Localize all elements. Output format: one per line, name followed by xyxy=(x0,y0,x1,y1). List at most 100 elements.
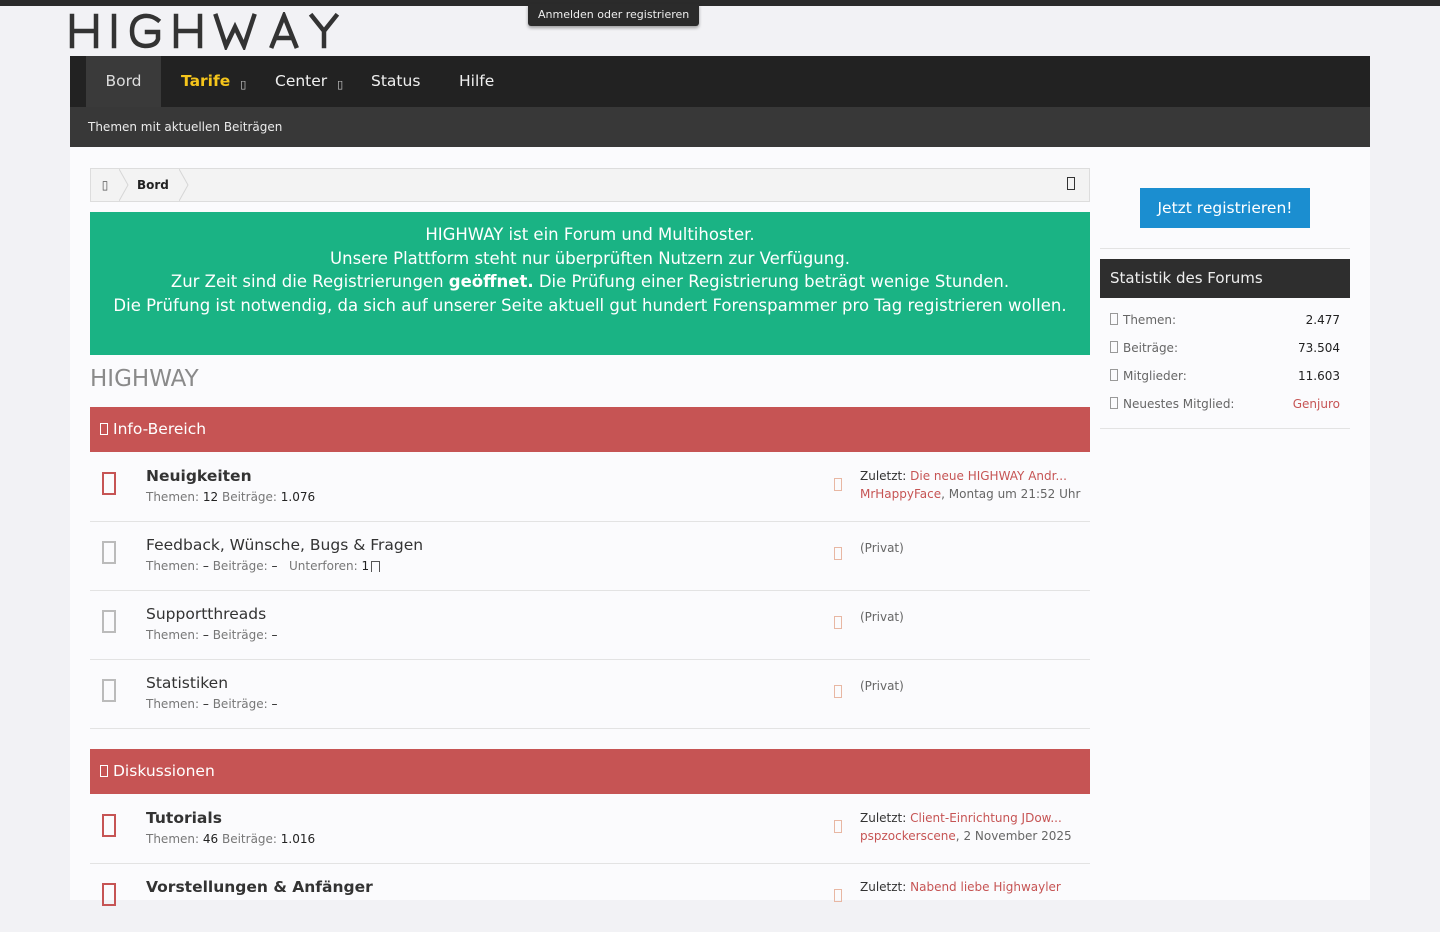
category-header-diskussionen[interactable]: Diskussionen xyxy=(90,749,1090,794)
last-post-time: 2 November 2025 xyxy=(963,829,1072,843)
last-post-icon xyxy=(834,889,842,902)
last-post-info: Zuletzt: Nabend liebe Highwayler xyxy=(860,878,1061,896)
breadcrumb-separator-icon xyxy=(119,169,129,201)
stat-row-mitglieder: Mitglieder: 11.603 xyxy=(1100,362,1350,390)
forum-row: Supportthreads Themen: – Beiträge: – (Pr… xyxy=(90,590,1090,660)
stat-label-text: Beiträge: xyxy=(1123,341,1178,355)
notice-line: Die Prüfung ist notwendig, da sich auf u… xyxy=(113,295,1067,315)
stat-label: Unterforen: xyxy=(288,559,358,573)
forum-title-link[interactable]: Tutorials xyxy=(146,809,222,827)
stat-label: Themen: xyxy=(146,628,200,642)
login-register-tab[interactable]: Anmelden oder registrieren xyxy=(528,4,700,26)
forum-unread-icon xyxy=(102,883,116,906)
divider xyxy=(1100,248,1350,249)
forum-stats: Themen: – Beiträge: – xyxy=(146,697,278,711)
stat-label: Beiträge: xyxy=(212,697,268,711)
forum-unread-icon xyxy=(102,472,116,495)
breadcrumb-item-bord[interactable]: Bord xyxy=(137,169,169,201)
breadcrumb-toggle-icon[interactable] xyxy=(1067,177,1075,190)
stat-row-themen: Themen: 2.477 xyxy=(1100,306,1350,334)
nav-item-label: Hilfe xyxy=(459,72,495,90)
forum-stats: Themen: 46 Beiträge: 1.016 xyxy=(146,832,315,846)
home-icon[interactable]: ▯ xyxy=(91,169,119,201)
notice-text: Die Prüfung einer Registrierung beträgt … xyxy=(533,272,1010,291)
stat-label: Neuestes Mitglied: xyxy=(1110,390,1234,418)
forum-row: Tutorials Themen: 46 Beiträge: 1.016 Zul… xyxy=(90,794,1090,864)
dropdown-caret-icon: ▯ xyxy=(240,78,247,91)
posts-icon xyxy=(1110,341,1118,353)
separator: , xyxy=(941,487,949,501)
last-post-icon xyxy=(834,616,842,629)
forum-row: Statistiken Themen: – Beiträge: – (Priva… xyxy=(90,659,1090,729)
stat-label: Mitglieder: xyxy=(1110,362,1187,390)
last-post-icon xyxy=(834,820,842,833)
forum-read-icon xyxy=(102,541,116,564)
forum-title-link[interactable]: Supportthreads xyxy=(146,605,266,623)
stat-value: 1.076 xyxy=(280,490,316,504)
stat-value: – xyxy=(271,697,278,711)
last-post-info: Zuletzt: Die neue HIGHWAY Andr... MrHapp… xyxy=(860,467,1080,503)
forum-read-icon xyxy=(102,610,116,633)
breadcrumb: ▯ Bord xyxy=(90,168,1090,202)
stat-row-beitraege: Beiträge: 73.504 xyxy=(1100,334,1350,362)
category-icon xyxy=(100,423,108,435)
stat-value: 12 xyxy=(202,490,219,504)
divider xyxy=(1100,428,1350,429)
stat-label: Themen: xyxy=(1110,306,1176,334)
forum-title-link[interactable]: Vorstellungen & Anfänger xyxy=(146,878,373,896)
nav-item-center[interactable]: Center ▯ xyxy=(275,56,343,107)
stat-value: 73.504 xyxy=(1298,341,1340,355)
notice-line: Zur Zeit sind die Registrierungen geöffn… xyxy=(108,270,1072,294)
main-navbar: Bord Tarife ▯ Center ▯ Status Hilfe xyxy=(70,56,1370,107)
last-post-info: Zuletzt: Client-Einrichtung JDow... pspz… xyxy=(860,809,1072,845)
stat-value: 1.016 xyxy=(280,832,316,846)
forum-title-link[interactable]: Feedback, Wünsche, Bugs & Fragen xyxy=(146,536,423,554)
last-post-time: Montag um 21:52 Uhr xyxy=(948,487,1081,501)
stat-row-newest-member: Neuestes Mitglied: Genjuro xyxy=(1100,390,1350,418)
subforum-icon[interactable] xyxy=(371,561,381,572)
category-icon xyxy=(100,765,108,777)
stat-value: – xyxy=(271,559,278,573)
last-post-user-link[interactable]: MrHappyFace xyxy=(860,487,941,501)
stat-label: Themen: xyxy=(146,832,200,846)
forum-title-link[interactable]: Statistiken xyxy=(146,674,228,692)
last-post-label: Zuletzt: xyxy=(860,811,907,825)
last-post-user-link[interactable]: pspzockerscene xyxy=(860,829,956,843)
nav-item-bord[interactable]: Bord xyxy=(86,56,161,107)
recent-threads-link[interactable]: Themen mit aktuellen Beiträgen xyxy=(88,107,282,147)
forum-section-title: HIGHWAY xyxy=(90,366,199,392)
newest-member-link[interactable]: Genjuro xyxy=(1293,390,1340,418)
stat-label: Beiträge: xyxy=(1110,334,1178,362)
registration-notice: HIGHWAY ist ein Forum und Multihoster. U… xyxy=(90,212,1090,355)
category-title: Info-Bereich xyxy=(113,420,207,438)
last-post-title-link[interactable]: Nabend liebe Highwayler xyxy=(910,880,1061,894)
last-post-title-link[interactable]: Client-Einrichtung JDow... xyxy=(910,811,1062,825)
nav-item-hilfe[interactable]: Hilfe xyxy=(459,56,494,107)
stat-label: Themen: xyxy=(146,697,200,711)
last-post-private: (Privat) xyxy=(860,541,904,555)
stat-value: 46 xyxy=(202,832,219,846)
nav-item-tarife[interactable]: Tarife ▯ xyxy=(181,56,246,107)
nav-item-status[interactable]: Status xyxy=(371,56,420,107)
forum-title-link[interactable]: Neuigkeiten xyxy=(146,467,252,485)
site-logo[interactable] xyxy=(68,12,364,50)
stat-label: Themen: xyxy=(146,490,200,504)
stat-label-text: Themen: xyxy=(1123,313,1177,327)
forum-stats: Themen: 12 Beiträge: 1.076 xyxy=(146,490,315,504)
stat-label: Beiträge: xyxy=(221,490,277,504)
last-post-title-link[interactable]: Die neue HIGHWAY Andr... xyxy=(910,469,1067,483)
stat-value: – xyxy=(202,628,209,642)
notice-line: Unsere Plattform steht nur überprüften N… xyxy=(330,248,850,268)
register-button[interactable]: Jetzt registrieren! xyxy=(1140,188,1310,228)
category-header-info-bereich[interactable]: Info-Bereich xyxy=(90,407,1090,452)
nav-item-label: Tarife xyxy=(181,72,231,90)
last-post-icon xyxy=(834,547,842,560)
forum-stats: Themen: – Beiträge: – Unterforen: 1 xyxy=(146,559,381,573)
dropdown-caret-icon: ▯ xyxy=(337,78,344,91)
top-strip xyxy=(0,0,1440,6)
stat-label-text: Mitglieder: xyxy=(1123,369,1187,383)
stat-label: Beiträge: xyxy=(212,559,268,573)
stat-label: Themen: xyxy=(146,559,200,573)
notice-line: HIGHWAY ist ein Forum und Multihoster. xyxy=(425,225,755,244)
forum-row: Feedback, Wünsche, Bugs & Fragen Themen:… xyxy=(90,521,1090,591)
